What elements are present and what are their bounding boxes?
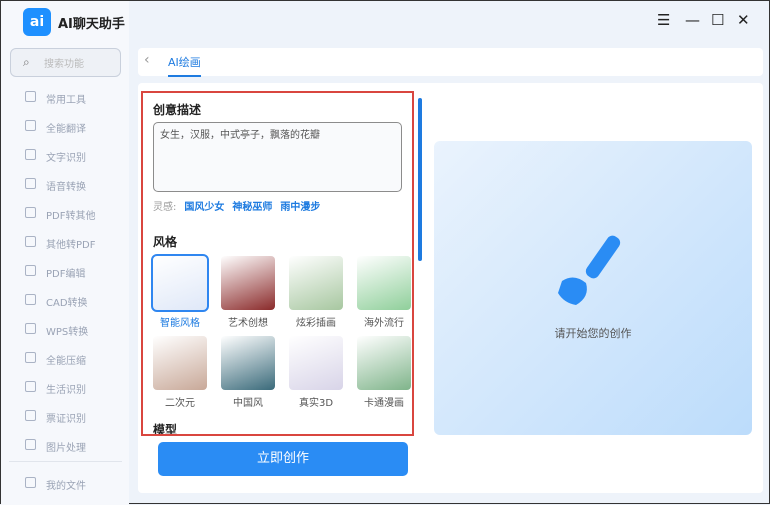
sidebar-item-label: 文字识别	[46, 153, 86, 164]
title-bar: ☰ — ☐ ✕	[129, 1, 769, 41]
style-option[interactable]: 艺术创想	[219, 256, 277, 329]
folder-icon	[25, 477, 36, 488]
style-label: 二次元	[165, 398, 195, 409]
style-option[interactable]: 海外流行	[355, 256, 412, 329]
search-input[interactable]: ⌕ 搜索功能	[10, 48, 121, 77]
sidebar-item-11[interactable]: 票证识别	[1, 406, 129, 428]
sidebar-item-label: 我的文件	[46, 481, 86, 492]
style-option[interactable]: 炫彩插画	[287, 256, 345, 329]
style-label: 海外流行	[364, 318, 404, 329]
sidebar-item-6[interactable]: PDF编辑	[1, 261, 129, 283]
tab-ai-drawing[interactable]: AI绘画	[168, 54, 201, 77]
cad-icon	[25, 294, 36, 305]
ticket-icon	[25, 410, 36, 421]
creation-form: 创意描述 女生，汉服，中式亭子，飘落的花瓣 灵感: 国风少女 神秘巫师 雨中漫步 风格…	[141, 91, 414, 436]
sidebar-item-label: PDF编辑	[46, 269, 86, 280]
sidebar-item-3[interactable]: 语音转换	[1, 174, 129, 196]
preview-placeholder: 请开始您的创作	[554, 327, 632, 340]
sidebar: ai AI聊天助手 ⌕ 搜索功能 常用工具全能翻译文字识别语音转换 PDF转其他 其他…	[1, 1, 129, 505]
sidebar-item-label: 票证识别	[46, 414, 86, 425]
inspiration-row: 灵感: 国风少女 神秘巫师 雨中漫步	[153, 198, 320, 213]
divider	[9, 461, 122, 462]
style-thumbnail	[289, 336, 343, 390]
style-label: 艺术创想	[228, 318, 268, 329]
pdf-file-icon	[25, 207, 36, 218]
style-label: 智能风格	[160, 318, 200, 329]
sidebar-item-12[interactable]: 图片处理	[1, 435, 129, 457]
preview-panel: 请开始您的创作	[434, 141, 752, 435]
app-title: AI聊天助手	[58, 17, 125, 32]
sidebar-item-label: 图片处理	[46, 443, 86, 454]
tab-bar: ‹ AI绘画	[138, 48, 763, 77]
sidebar-item-label: WPS转换	[46, 327, 89, 338]
create-button[interactable]: 立即创作	[158, 442, 408, 476]
style-thumbnail	[221, 336, 275, 390]
pdf-edit-icon	[25, 265, 36, 276]
style-label: 炫彩插画	[296, 318, 336, 329]
desc-title: 创意描述	[153, 103, 202, 117]
scan-text-icon	[25, 149, 36, 160]
style-label: 卡通漫画	[364, 398, 404, 409]
sidebar-item-label: CAD转换	[46, 298, 88, 309]
style-option[interactable]: 真实3D	[287, 336, 345, 409]
inspiration-link[interactable]: 国风少女	[184, 202, 224, 213]
scan-icon	[25, 381, 36, 392]
style-option[interactable]: 中国风	[219, 336, 277, 409]
file-convert-icon	[25, 236, 36, 247]
brush-icon	[558, 235, 621, 305]
wps-icon	[25, 323, 36, 334]
style-thumbnail	[357, 256, 411, 310]
sidebar-item-label: 常用工具	[46, 95, 86, 106]
description-input[interactable]: 女生，汉服，中式亭子，飘落的花瓣	[153, 122, 402, 192]
style-thumbnail	[151, 254, 209, 312]
app-logo: ai	[23, 8, 51, 36]
sidebar-item-label: 全能翻译	[46, 124, 86, 135]
style-label: 中国风	[233, 398, 263, 409]
maximize-button[interactable]: ☐	[711, 11, 724, 29]
sidebar-item-label: 其他转PDF	[46, 240, 96, 251]
sidebar-item-label: 生活识别	[46, 385, 86, 396]
sidebar-item-4[interactable]: PDF转其他	[1, 203, 129, 225]
style-thumbnail	[153, 336, 207, 390]
minimize-button[interactable]: —	[685, 11, 700, 29]
sidebar-item-9[interactable]: 全能压缩	[1, 348, 129, 370]
sidebar-item-label: 语音转换	[46, 182, 86, 193]
style-option[interactable]: 二次元	[151, 336, 209, 409]
inspiration-label: 灵感:	[153, 202, 177, 213]
back-icon[interactable]: ‹	[144, 52, 150, 68]
style-label: 真实3D	[298, 398, 334, 409]
sidebar-item-label: 全能压缩	[46, 356, 86, 367]
inspiration-link[interactable]: 神秘巫师	[232, 202, 272, 213]
search-placeholder: 搜索功能	[44, 59, 84, 70]
sidebar-item-10[interactable]: 生活识别	[1, 377, 129, 399]
close-button[interactable]: ✕	[737, 11, 750, 29]
grid-icon	[25, 91, 36, 102]
sidebar-item-2[interactable]: 文字识别	[1, 145, 129, 167]
translate-icon	[25, 120, 36, 131]
style-option[interactable]: 智能风格	[151, 254, 209, 329]
style-thumbnail	[289, 256, 343, 310]
sidebar-item-7[interactable]: CAD转换	[1, 290, 129, 312]
inspiration-link[interactable]: 雨中漫步	[280, 202, 320, 213]
style-thumbnail	[221, 256, 275, 310]
sidebar-item-label: PDF转其他	[46, 211, 96, 222]
sidebar-item-5[interactable]: 其他转PDF	[1, 232, 129, 254]
compress-icon	[25, 352, 36, 363]
search-icon: ⌕	[23, 55, 30, 69]
sidebar-item-8[interactable]: WPS转换	[1, 319, 129, 341]
image-icon	[25, 439, 36, 450]
style-title: 风格	[153, 235, 178, 249]
model-title: 模型	[153, 423, 178, 436]
menu-button[interactable]: ☰	[657, 11, 670, 29]
scrollbar[interactable]	[418, 98, 422, 261]
style-thumbnail	[357, 336, 411, 390]
style-option[interactable]: 卡通漫画	[355, 336, 412, 409]
audio-icon	[25, 178, 36, 189]
sidebar-item-1[interactable]: 全能翻译	[1, 116, 129, 138]
sidebar-item-0[interactable]: 常用工具	[1, 87, 129, 109]
sidebar-item-my-files[interactable]: 我的文件	[1, 473, 129, 495]
